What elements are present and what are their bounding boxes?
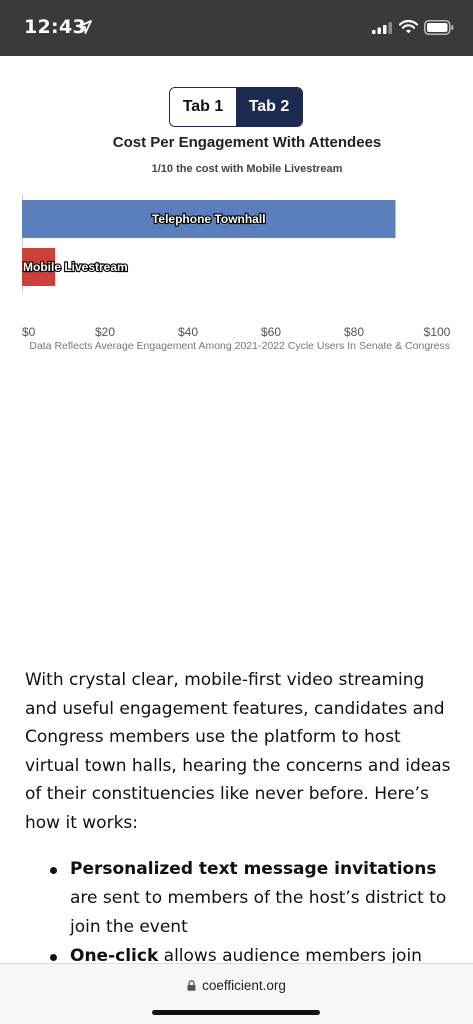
list-item-bold: Personalized text message invitations (70, 859, 437, 879)
browser-url-bar[interactable]: coefficient.org (0, 963, 473, 1024)
list-item: Personalized text message invitations ar… (50, 855, 450, 942)
tab-2[interactable]: Tab 2 (236, 88, 302, 126)
location-arrow-icon (78, 20, 92, 34)
url-display[interactable]: coefficient.org (0, 978, 473, 993)
x-tick-label: $20 (95, 325, 115, 339)
bar-label: Telephone Townhall (152, 212, 266, 226)
tab-1[interactable]: Tab 1 (170, 88, 236, 126)
article-paragraph: With crystal clear, mobile-first video s… (25, 670, 451, 833)
feature-list: Personalized text message invitations ar… (50, 855, 450, 971)
tab-switcher: Tab 1 Tab 2 (169, 87, 303, 127)
cost-bar-chart: Telephone Townhall Mobile Livestream $0 $2… (22, 194, 451, 339)
status-bar: 12:43 (0, 0, 473, 56)
x-tick-label: $80 (344, 325, 364, 339)
signal-icon (372, 22, 392, 34)
x-tick-label: $40 (178, 325, 198, 339)
x-tick-label: $0 (22, 325, 36, 339)
home-indicator (152, 1010, 320, 1015)
list-item-text: are sent to members of the host’s distri… (70, 888, 447, 937)
x-tick-label: $100 (424, 325, 451, 339)
x-tick-label: $60 (261, 325, 281, 339)
battery-icon (424, 20, 454, 35)
chart-subtitle: 1/10 the cost with Mobile Livestream (151, 163, 343, 175)
bar-label: Mobile Livestream (23, 260, 128, 274)
lock-icon (187, 980, 196, 991)
chart-note: Data Reflects Average Engagement Among 2… (29, 340, 450, 352)
url-text[interactable]: coefficient.org (202, 978, 286, 993)
wifi-icon (399, 19, 418, 34)
chart-title: Cost Per Engagement With Attendees (112, 134, 382, 151)
